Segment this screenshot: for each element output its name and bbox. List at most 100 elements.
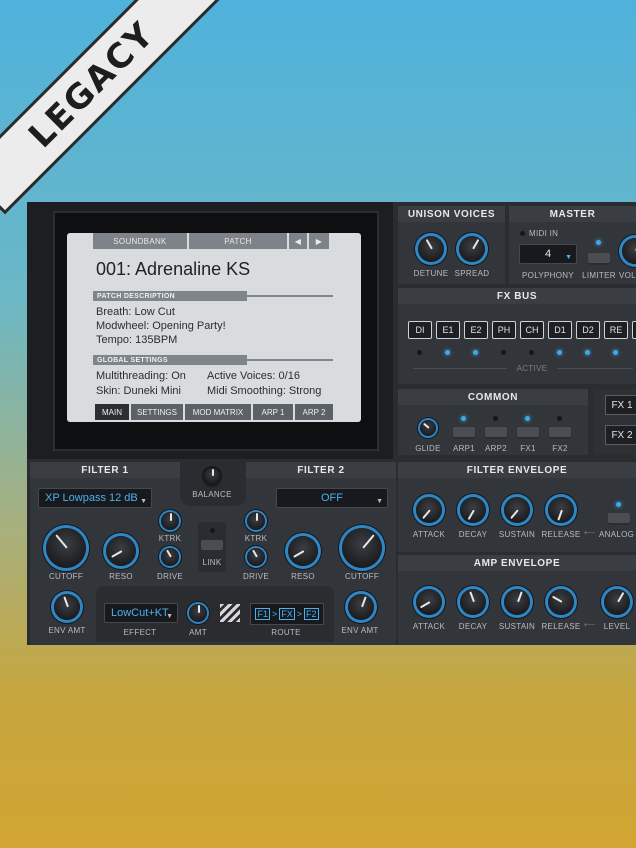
filter-env-decay-knob[interactable] [460,497,486,523]
filter1-reso-knob[interactable] [106,536,136,566]
fx-select-panel: FX 1 FX 2 [593,389,636,455]
limiter-label: LIMITER [582,271,616,280]
filter1-ktrk-label: KTRK [158,534,182,543]
fx-chorus-button[interactable]: CH [520,321,544,339]
polyphony-value: 4 [544,248,552,260]
legacy-banner: LEGACY [0,0,218,211]
filter2-type-select[interactable]: OFF ▼ [276,488,388,508]
filter-env-release-knob[interactable] [548,497,574,523]
tab-soundbank[interactable]: SOUNDBANK [93,233,187,249]
filter2-title: FILTER 2 [246,462,396,478]
fx2-edit-button[interactable]: FX 2 [605,425,636,445]
filter2-reso-knob[interactable] [288,536,318,566]
filter-env-attack-knob[interactable] [416,497,442,523]
analog-switch[interactable] [608,513,630,525]
display-panel: SOUNDBANK PATCH ◀ ▶ 001: Adrenaline KS P… [27,202,393,459]
polyphony-label: POLYPHONY [522,271,574,280]
hatch-icon [220,604,240,622]
detune-knob[interactable] [418,236,444,262]
next-patch-button[interactable]: ▶ [309,233,329,249]
glide-knob[interactable] [420,420,436,436]
filter1-env-amt-label: ENV AMT [48,626,86,635]
effect-amt-knob[interactable] [189,604,207,622]
balance-knob[interactable] [204,468,220,484]
arp2-label: ARP2 [484,444,508,453]
tab-settings[interactable]: SETTINGS [131,404,183,420]
amp-env-level-knob[interactable] [604,589,630,615]
effect-select[interactable]: LowCut+KT ▼ [104,603,178,623]
filter2-ktrk-label: KTRK [244,534,268,543]
filter1-ktrk-knob[interactable] [161,512,179,530]
spread-label: SPREAD [454,269,490,278]
filter2-env-amt-knob[interactable] [348,594,374,620]
prev-patch-button[interactable]: ◀ [289,233,307,249]
amp-env-sustain-knob[interactable] [504,589,530,615]
midi-in-label: MIDI IN [529,229,559,238]
filter2-ktrk-knob[interactable] [247,512,265,530]
tab-arp-1[interactable]: ARP 1 [253,404,293,420]
master-panel: MASTER MIDI IN 4 ▼ POLYPHONY LIMITER VOL… [509,206,636,284]
link-label: LINK [202,558,222,567]
amp-envelope-title: AMP ENVELOPE [398,555,636,571]
chevron-down-icon: ▼ [565,254,572,261]
fx-led-7 [585,350,590,355]
filter1-type-select[interactable]: XP Lowpass 12 dB ▼ [38,488,152,508]
filter-env-sustain-knob[interactable] [504,497,530,523]
arp2-switch[interactable] [485,427,507,439]
limiter-switch[interactable] [588,253,610,265]
filter2-cutoff-knob[interactable] [342,528,382,568]
fx-extra-button[interactable] [632,321,636,339]
fx-delay1-button[interactable]: D1 [548,321,572,339]
arp1-switch[interactable] [453,427,475,439]
filter1-type-value: XP Lowpass 12 dB [45,492,138,504]
fx-delay2-button[interactable]: D2 [576,321,600,339]
fx-phaser-button[interactable]: PH [492,321,516,339]
fx-eq2-button[interactable]: E2 [464,321,488,339]
filter-envelope-title: FILTER ENVELOPE [398,462,636,478]
unison-voices-title: UNISON VOICES [398,206,505,222]
filter-envelope-panel: FILTER ENVELOPE ATTACK DECAY SUSTAIN REL… [398,462,636,552]
filter1-env-amt-knob[interactable] [54,594,80,620]
tab-main[interactable]: MAIN [95,404,129,420]
filter1-cutoff-knob[interactable] [46,528,86,568]
amp-env-attack-knob[interactable] [416,589,442,615]
active-voices-status: Active Voices: 0/16 [207,370,300,382]
fx1-switch[interactable] [517,427,539,439]
filter2-env-amt-label: ENV AMT [341,626,379,635]
fx-distortion-button[interactable]: DI [408,321,432,339]
analog-label: ANALOG [599,530,635,539]
route-display[interactable]: F1 > FX > F2 [250,603,324,625]
amp-env-release-knob[interactable] [548,589,574,615]
tab-mod-matrix[interactable]: MOD MATRIX [185,404,251,420]
route-fx: FX [279,608,295,620]
divider [243,359,333,361]
fx2-switch[interactable] [549,427,571,439]
amp-env-decay-knob[interactable] [460,589,486,615]
common-title: COMMON [398,389,588,405]
fx2-label: FX2 [552,444,568,453]
tab-arp-2[interactable]: ARP 2 [295,404,333,420]
filter2-drive-knob[interactable] [247,548,265,566]
route-arrow-icon: > [296,609,303,619]
global-settings-header: GLOBAL SETTINGS [93,355,247,365]
polyphony-select[interactable]: 4 ▼ [519,244,577,264]
filter-env-decay-label: DECAY [458,530,488,539]
arp1-led [461,416,466,421]
fx1-edit-button[interactable]: FX 1 [605,395,636,415]
amp-envelope-panel: AMP ENVELOPE ATTACK DECAY SUSTAIN RELEAS… [398,555,636,645]
filter-section: FILTER 1 FILTER 2 BALANCE XP Lowpass 12 … [30,462,396,645]
tab-patch[interactable]: PATCH [189,233,287,249]
fx-eq1-button[interactable]: E1 [436,321,460,339]
filter-env-release-label: RELEASE [541,530,581,539]
fx-led-2 [445,350,450,355]
spread-knob[interactable] [459,236,485,262]
analog-led [616,502,621,507]
link-switch[interactable] [201,540,223,552]
unison-voices-panel: UNISON VOICES DETUNE SPREAD [398,206,505,284]
legacy-banner-text: LEGACY [21,14,163,156]
fx-reverb-button[interactable]: RE [604,321,628,339]
filter1-drive-knob[interactable] [161,548,179,566]
volume-knob[interactable] [622,238,636,264]
arp1-label: ARP1 [452,444,476,453]
